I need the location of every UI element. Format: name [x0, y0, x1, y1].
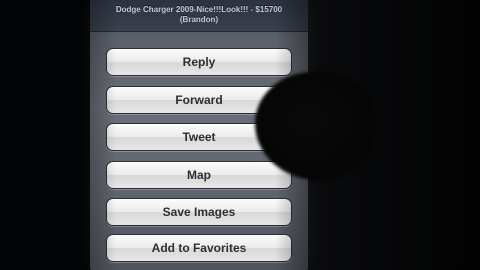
reply-button[interactable]: Reply	[106, 48, 292, 76]
add-to-favorites-button[interactable]: Add to Favorites	[106, 234, 292, 262]
save-images-button[interactable]: Save Images	[106, 198, 292, 226]
finger-shadow	[255, 72, 375, 180]
action-sheet-title: Dodge Charger 2009-Nice!!!Look!!! - $157…	[90, 0, 308, 32]
listing-title: Dodge Charger 2009-Nice!!!Look!!! - $157…	[115, 5, 283, 14]
map-button[interactable]: Map	[106, 161, 292, 189]
listing-location: (Brandon)	[179, 15, 219, 24]
